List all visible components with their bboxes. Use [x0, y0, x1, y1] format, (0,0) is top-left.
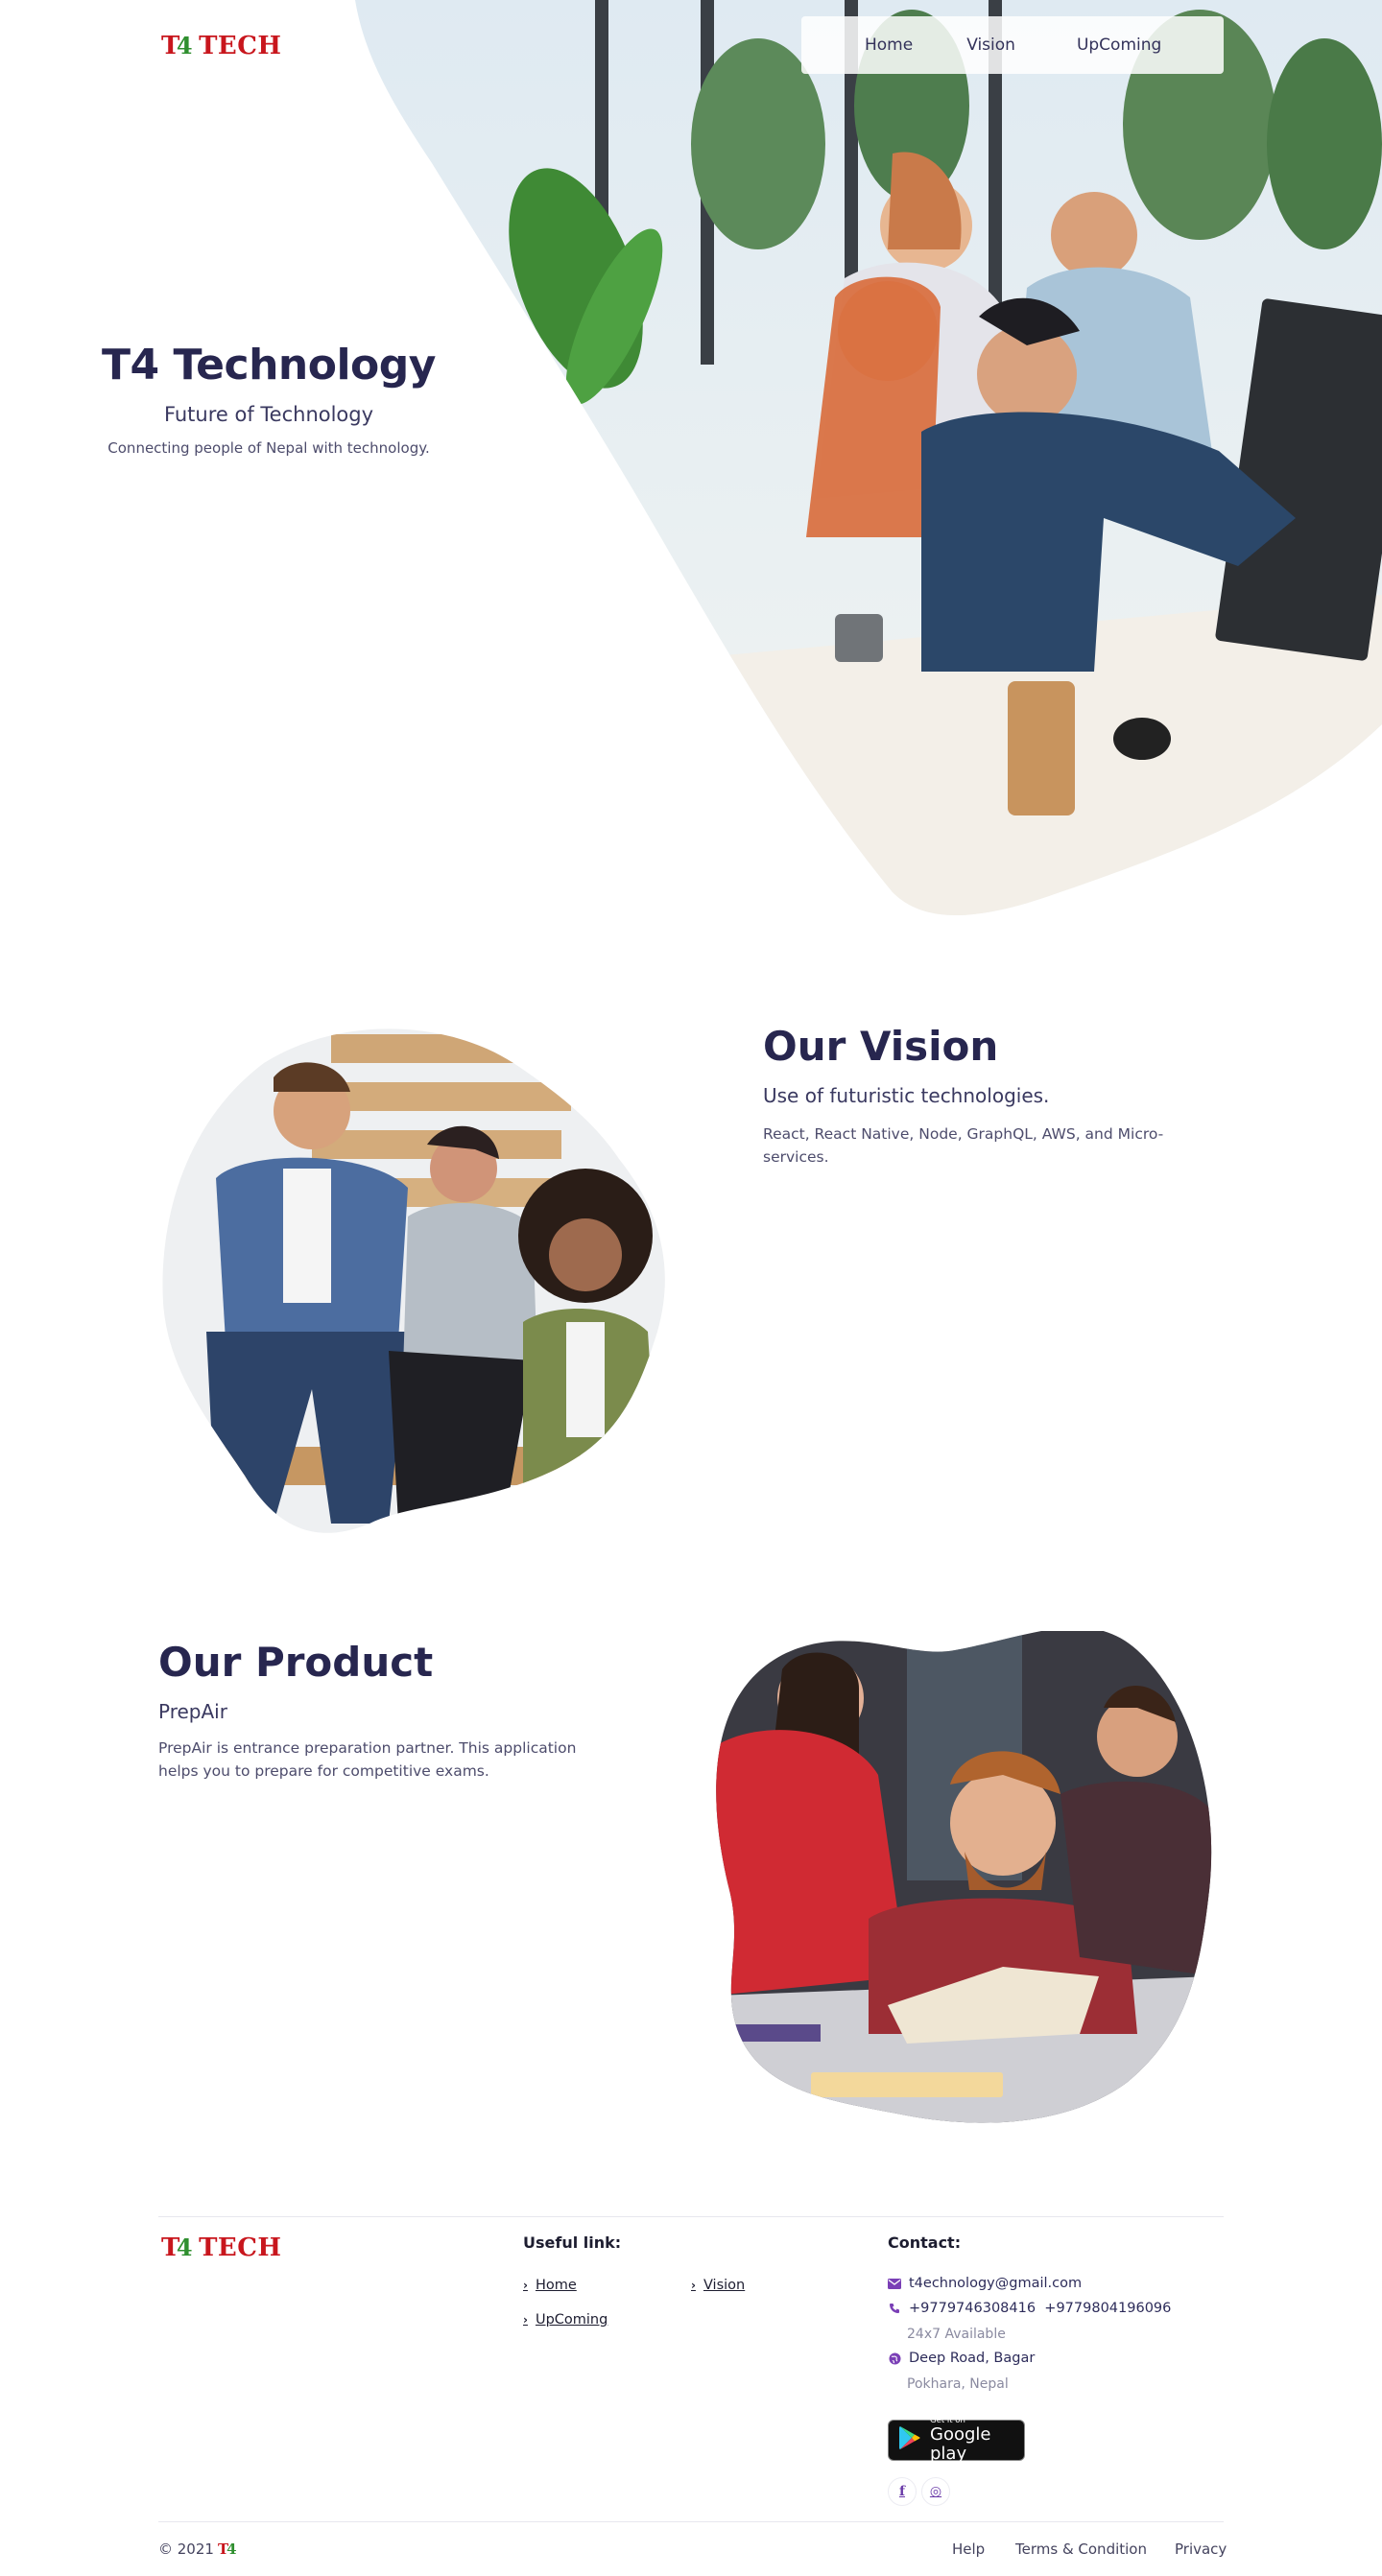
- hero-subtitle: Future of Technology: [163, 403, 374, 426]
- product-image: [716, 1631, 1212, 2123]
- footer-logo-4: 4: [176, 2233, 194, 2261]
- copyright-logo: T4: [218, 2541, 237, 2558]
- instagram-icon[interactable]: ◎: [921, 2477, 950, 2506]
- vision-title: Our Vision: [763, 1023, 999, 1070]
- chevron-right-icon: ›: [691, 2279, 696, 2292]
- logo-4: 4: [176, 32, 194, 59]
- google-play-badge[interactable]: Get it on Google play: [888, 2417, 1025, 2464]
- footer-link-vision[interactable]: › Vision: [691, 2278, 745, 2293]
- instagram-glyph: ◎: [929, 2484, 942, 2499]
- google-play-big-text: Google play: [930, 2424, 991, 2464]
- footer-logo-mark: T4: [161, 2233, 193, 2262]
- chevron-right-icon: ›: [523, 2279, 528, 2292]
- copyright-logo-4: 4: [226, 2541, 237, 2558]
- chevron-right-icon: ›: [523, 2313, 528, 2327]
- phone-icon: [888, 2302, 901, 2315]
- facebook-glyph: f: [898, 2484, 906, 2499]
- contact-address: Deep Road, Bagar: [888, 2351, 1035, 2366]
- product-title: Our Product: [158, 1639, 434, 1686]
- contact-address-city: Pokhara, Nepal: [907, 2376, 1009, 2392]
- footer-logo-text: TECH: [199, 2233, 282, 2262]
- envelope-icon: [888, 2277, 901, 2290]
- nav-home-link[interactable]: Home: [865, 35, 913, 55]
- footer-privacy-link[interactable]: Privacy: [1175, 2541, 1227, 2558]
- footer-help-link[interactable]: Help: [952, 2541, 985, 2558]
- copyright: © 2021 T4: [158, 2541, 237, 2558]
- logo-mark: T4: [161, 32, 193, 60]
- google-play-text: Get it on Google play: [930, 2417, 1024, 2464]
- footer-link-home[interactable]: › Home: [523, 2278, 577, 2293]
- footer-link-label: Home: [535, 2278, 577, 2293]
- facebook-icon[interactable]: f: [888, 2477, 917, 2506]
- hero-description: Connecting people of Nepal with technolo…: [107, 439, 430, 457]
- product-description: PrepAir is entrance preparation partner.…: [158, 1739, 577, 1780]
- product-subtitle: PrepAir: [158, 1700, 227, 1723]
- footer-bottom-divider: [158, 2521, 1224, 2522]
- footer-link-label: UpComing: [535, 2312, 608, 2328]
- contact-availability: 24x7 Available: [907, 2327, 1006, 2342]
- header-logo[interactable]: T4 TECH: [161, 32, 282, 60]
- contact-email-text: t4echnology@gmail.com: [909, 2276, 1083, 2291]
- hero-title: T4 Technology: [102, 341, 436, 390]
- footer-terms-link[interactable]: Terms & Condition: [1015, 2541, 1147, 2558]
- nav-upcoming-link[interactable]: UpComing: [1077, 35, 1161, 55]
- nav-vision-link[interactable]: Vision: [966, 35, 1015, 55]
- hero-image: [355, 0, 1382, 915]
- main-nav: Home Vision UpComing: [801, 16, 1224, 74]
- copyright-text: © 2021: [158, 2541, 214, 2558]
- footer-divider: [158, 2216, 1224, 2217]
- footer-link-upcoming[interactable]: › UpComing: [523, 2312, 608, 2328]
- footer-logo[interactable]: T4 TECH: [161, 2233, 282, 2262]
- logo-text: TECH: [199, 32, 282, 60]
- vision-description: React, React Native, Node, GraphQL, AWS,…: [763, 1125, 1164, 1166]
- footer-link-label: Vision: [703, 2278, 746, 2293]
- contact-phones-text: +9779746308416 +9779804196096: [909, 2301, 1172, 2316]
- vision-subtitle: Use of futuristic technologies.: [763, 1084, 1050, 1107]
- contact-email[interactable]: t4echnology@gmail.com: [888, 2276, 1082, 2291]
- google-play-icon: [898, 2425, 921, 2455]
- useful-links-heading: Useful link:: [523, 2233, 622, 2252]
- contact-phones[interactable]: +9779746308416 +9779804196096: [888, 2301, 1171, 2316]
- contact-address-text: Deep Road, Bagar: [909, 2351, 1036, 2366]
- globe-icon: [888, 2351, 901, 2365]
- hero-text: T4 Technology Future of Technology Conne…: [86, 341, 451, 457]
- contact-heading: Contact:: [888, 2233, 962, 2252]
- vision-image: [162, 1028, 665, 1533]
